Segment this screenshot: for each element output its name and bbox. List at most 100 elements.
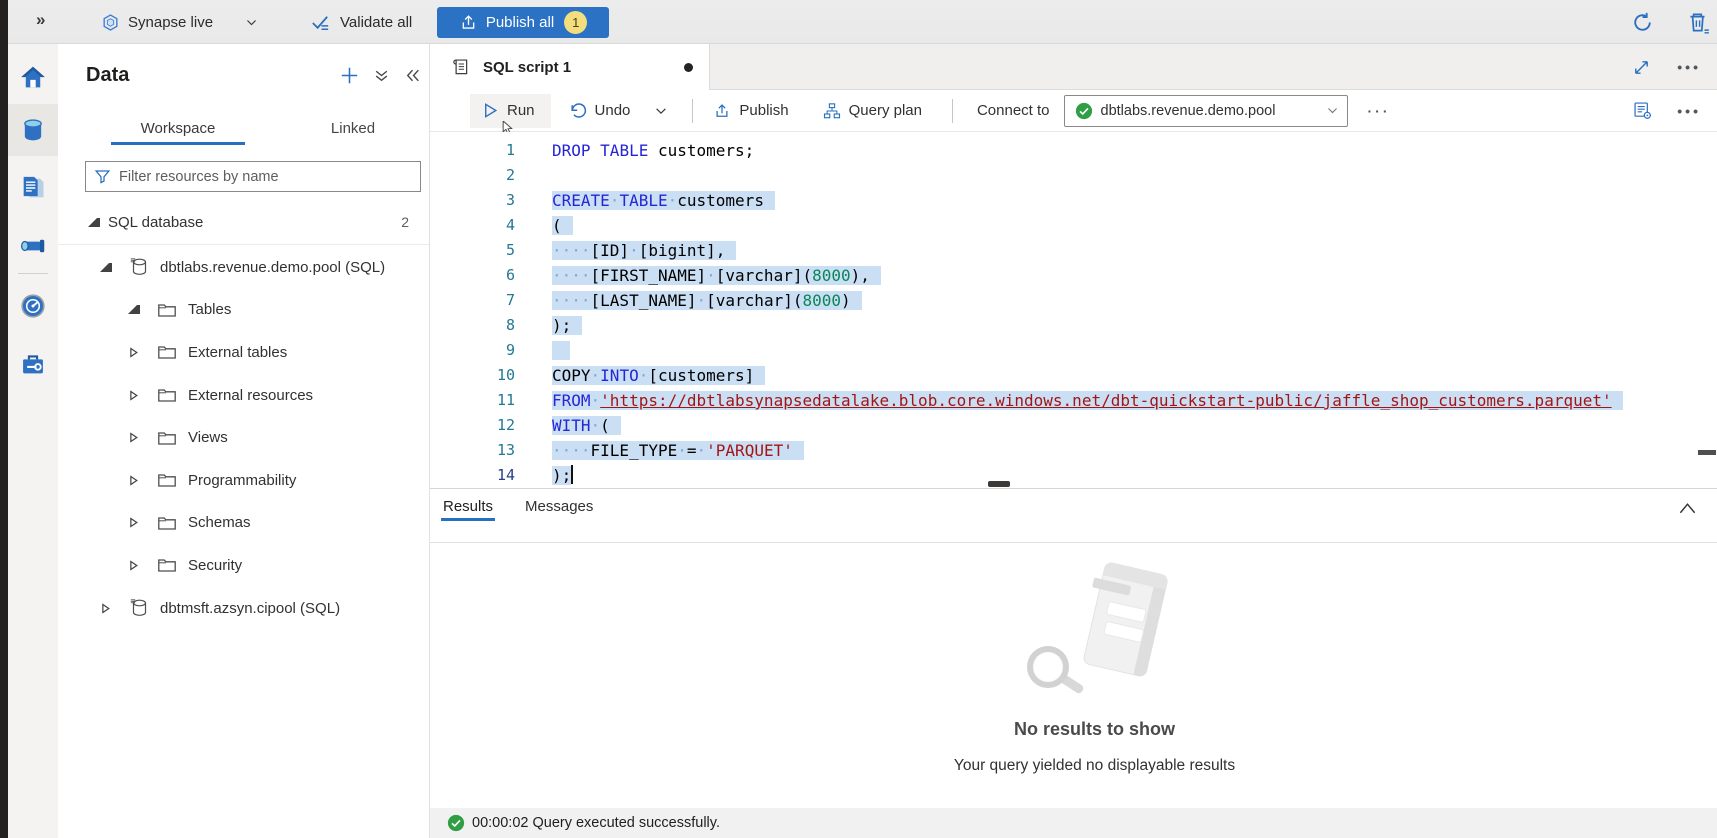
twisty-collapsed-icon[interactable] bbox=[128, 432, 140, 443]
toolbar-more-icon[interactable]: ··· bbox=[1368, 103, 1391, 119]
tab-linked[interactable]: Linked bbox=[298, 114, 408, 151]
code-line[interactable]: 12 WITH·( bbox=[430, 413, 1717, 438]
line-number[interactable]: 7 bbox=[430, 288, 515, 313]
line-number[interactable]: 4 bbox=[430, 213, 515, 238]
undo-label: Undo bbox=[595, 102, 631, 119]
code-line-content[interactable]: DROP TABLE customers; bbox=[552, 138, 754, 163]
undo-button[interactable]: Undo bbox=[561, 94, 639, 128]
code-line[interactable]: 13 ····FILE_TYPE·=·'PARQUET' bbox=[430, 438, 1717, 463]
line-number[interactable]: 5 bbox=[430, 238, 515, 263]
query-plan-label: Query plan bbox=[849, 102, 922, 119]
tree-item-tables[interactable]: Tables bbox=[58, 289, 429, 332]
twisty-expanded-icon[interactable] bbox=[88, 218, 100, 227]
tree-item-external-resources[interactable]: External resources bbox=[58, 374, 429, 417]
code-line[interactable]: 7 ····[LAST_NAME]·[varchar](8000) bbox=[430, 288, 1717, 313]
tree-item-views[interactable]: Views bbox=[58, 416, 429, 459]
results-tab-results[interactable]: Results bbox=[443, 498, 493, 529]
code-line-content[interactable]: FROM·'https://dbtlabsynapsedatalake.blob… bbox=[552, 388, 1623, 413]
code-line-content[interactable]: ( bbox=[552, 213, 573, 238]
trash-icon[interactable] bbox=[1685, 8, 1711, 36]
line-number[interactable]: 11 bbox=[430, 388, 515, 413]
collapse-results-icon[interactable] bbox=[1678, 501, 1697, 515]
collapse-all-icon[interactable] bbox=[373, 67, 390, 84]
sidebar-item-data[interactable] bbox=[8, 104, 58, 156]
tree-item-sql-database[interactable]: SQL database2 bbox=[58, 201, 429, 243]
tab-more-icon[interactable]: ••• bbox=[1677, 59, 1701, 75]
expand-editor-icon[interactable] bbox=[1632, 58, 1651, 77]
filter-resources-input[interactable] bbox=[119, 169, 412, 185]
line-number[interactable]: 13 bbox=[430, 438, 515, 463]
sidebar-item-integrate[interactable] bbox=[8, 220, 58, 272]
code-line[interactable]: 14); bbox=[430, 463, 1717, 487]
code-line[interactable]: 6 ····[FIRST_NAME]·[varchar](8000), bbox=[430, 263, 1717, 288]
code-line-content[interactable]: ); bbox=[552, 463, 573, 487]
line-number[interactable]: 9 bbox=[430, 338, 515, 363]
code-line-content[interactable]: ····[ID]·[bigint], bbox=[552, 238, 736, 263]
sidebar-item-home[interactable] bbox=[8, 52, 58, 104]
code-line[interactable]: 8); bbox=[430, 313, 1717, 338]
add-icon[interactable] bbox=[340, 66, 359, 85]
results-tab-messages[interactable]: Messages bbox=[525, 498, 593, 529]
publish-button[interactable]: Publish bbox=[705, 94, 796, 128]
twisty-expanded-icon[interactable] bbox=[100, 263, 112, 272]
twisty-collapsed-icon[interactable] bbox=[100, 603, 112, 614]
editor-scrollbar-thumb[interactable] bbox=[1698, 450, 1716, 455]
twisty-collapsed-icon[interactable] bbox=[128, 347, 140, 358]
code-line-content[interactable] bbox=[552, 338, 570, 363]
line-number[interactable]: 6 bbox=[430, 263, 515, 288]
code-line-content[interactable]: WITH·( bbox=[552, 413, 621, 438]
code-line-content[interactable]: ····[LAST_NAME]·[varchar](8000) bbox=[552, 288, 862, 313]
tree-item-programmability[interactable]: Programmability bbox=[58, 459, 429, 502]
tree-item-dbtlabs-revenue-demo-pool-sql-[interactable]: dbtlabs.revenue.demo.pool (SQL) bbox=[58, 246, 429, 289]
expand-header-icon[interactable]: » bbox=[36, 6, 45, 34]
tree-item-external-tables[interactable]: External tables bbox=[58, 331, 429, 374]
sidebar-item-monitor[interactable] bbox=[8, 280, 58, 332]
code-line[interactable]: 1 DROP TABLE customers; bbox=[430, 138, 1717, 163]
refresh-icon[interactable] bbox=[1630, 8, 1655, 36]
twisty-collapsed-icon[interactable] bbox=[128, 517, 140, 528]
publish-all-button[interactable]: Publish all 1 bbox=[437, 7, 609, 38]
line-number[interactable]: 1 bbox=[430, 138, 515, 163]
code-line[interactable]: 2 bbox=[430, 163, 1717, 188]
line-number[interactable]: 2 bbox=[430, 163, 515, 188]
line-number[interactable]: 10 bbox=[430, 363, 515, 388]
code-line-content[interactable]: CREATE·TABLE·customers bbox=[552, 188, 775, 213]
twisty-collapsed-icon[interactable] bbox=[128, 560, 140, 571]
sql-code-editor[interactable]: 1 DROP TABLE customers; 23 CREATE·TABLE·cus… bbox=[430, 132, 1717, 487]
home-icon bbox=[19, 64, 47, 92]
tab-workspace[interactable]: Workspace bbox=[103, 114, 253, 151]
code-line-content[interactable]: ····[FIRST_NAME]·[varchar](8000), bbox=[552, 263, 881, 288]
code-line[interactable]: 9 bbox=[430, 338, 1717, 363]
line-number[interactable]: 8 bbox=[430, 313, 515, 338]
code-line[interactable]: 3 CREATE·TABLE·customers bbox=[430, 188, 1717, 213]
sidebar-item-develop[interactable] bbox=[8, 162, 58, 214]
tab-sql-script-1[interactable]: SQL script 1 bbox=[430, 44, 710, 90]
twisty-collapsed-icon[interactable] bbox=[128, 390, 140, 401]
splitter-grip[interactable] bbox=[988, 481, 1010, 487]
twisty-collapsed-icon[interactable] bbox=[128, 475, 140, 486]
code-line-content[interactable]: ); bbox=[552, 313, 582, 338]
run-options-chevron-icon[interactable] bbox=[654, 104, 668, 118]
tree-item-dbtmsft-azsyn-cipool-sql-[interactable]: dbtmsft.azsyn.cipool (SQL) bbox=[58, 587, 429, 630]
line-number[interactable]: 14 bbox=[430, 463, 515, 487]
collapse-panel-icon[interactable] bbox=[404, 67, 421, 84]
code-line[interactable]: 5 ····[ID]·[bigint], bbox=[430, 238, 1717, 263]
tree-item-schemas[interactable]: Schemas bbox=[58, 502, 429, 545]
line-number[interactable]: 12 bbox=[430, 413, 515, 438]
validate-all-button[interactable]: Validate all bbox=[309, 8, 412, 36]
mode-selector[interactable]: Synapse live bbox=[101, 8, 258, 36]
properties-icon[interactable] bbox=[1632, 100, 1653, 121]
code-line-content[interactable]: ····FILE_TYPE·=·'PARQUET' bbox=[552, 438, 804, 463]
code-line[interactable]: 10 COPY·INTO·[customers] bbox=[430, 363, 1717, 388]
connect-pool-dropdown[interactable]: dbtlabs.revenue.demo.pool bbox=[1064, 95, 1348, 127]
run-button[interactable]: Run bbox=[470, 94, 551, 128]
code-line[interactable]: 4( bbox=[430, 213, 1717, 238]
twisty-expanded-icon[interactable] bbox=[128, 305, 140, 314]
query-plan-button[interactable]: Query plan bbox=[815, 94, 930, 128]
sidebar-item-manage[interactable] bbox=[8, 338, 58, 390]
line-number[interactable]: 3 bbox=[430, 188, 515, 213]
code-line[interactable]: 11 FROM·'https://dbtlabsynapsedatalake.bl… bbox=[430, 388, 1717, 413]
toolbar-overflow-icon[interactable]: ••• bbox=[1677, 103, 1701, 119]
tree-item-security[interactable]: Security bbox=[58, 544, 429, 587]
code-line-content[interactable]: COPY·INTO·[customers] bbox=[552, 363, 765, 388]
